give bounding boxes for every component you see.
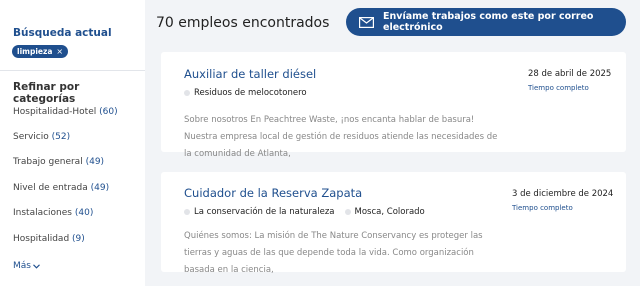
location-icon — [344, 209, 351, 215]
category-label: Hospitalidad — [13, 234, 70, 244]
category-count: (60) — [99, 107, 118, 117]
company-icon — [184, 90, 190, 96]
job-location: Mosca, Colorado — [354, 207, 425, 217]
category-item[interactable]: Hospitalidad (9) — [13, 234, 85, 244]
category-count: (49) — [85, 157, 105, 167]
company-icon — [184, 209, 190, 215]
job-meta: La conservación de la naturaleza Mosca, … — [184, 207, 435, 217]
results-count: 70 empleos encontrados — [156, 15, 330, 31]
location-item: Mosca, Colorado — [344, 207, 425, 217]
company-item: La conservación de la naturaleza — [184, 207, 335, 217]
category-item[interactable]: Hospitalidad-Hotel (60) — [13, 107, 118, 117]
category-label: Nivel de entrada — [13, 183, 88, 193]
company-item: Residuos de melocotonero — [184, 88, 307, 98]
refine-categories-title: Refinar por categorías — [13, 81, 80, 105]
category-label: Trabajo general — [13, 157, 83, 167]
category-label: Hospitalidad-Hotel — [13, 107, 97, 117]
search-filter-chip[interactable]: limpieza × — [12, 45, 69, 58]
category-count: (9) — [72, 234, 85, 244]
category-count: (52) — [51, 132, 71, 142]
category-item[interactable]: Servicio (52) — [13, 132, 70, 142]
current-search-title: Búsqueda actual — [13, 27, 112, 39]
job-description: Quiénes somos: La misión de The Nature C… — [184, 231, 483, 275]
job-title[interactable]: Cuidador de la Reserva Zapata — [184, 186, 362, 200]
more-label: Más — [13, 261, 31, 271]
chevron-down-icon — [33, 263, 40, 269]
company-name: La conservación de la naturaleza — [194, 207, 335, 217]
category-item[interactable]: Trabajo general (49) — [13, 157, 104, 167]
job-meta: Residuos de melocotonero — [184, 88, 317, 98]
category-item[interactable]: Nivel de entrada (49) — [13, 183, 109, 193]
sidebar-divider — [0, 70, 145, 71]
email-alert-button[interactable]: Envíame trabajos como este por correo el… — [346, 8, 626, 36]
job-date: 28 de abril de 2025 — [528, 69, 612, 79]
category-item[interactable]: Instalaciones (40) — [13, 208, 93, 218]
category-count: (40) — [74, 208, 94, 218]
envelope-icon — [359, 16, 374, 28]
job-type: Tiempo completo — [512, 204, 573, 212]
job-title[interactable]: Auxiliar de taller diésel — [184, 67, 316, 81]
job-type: Tiempo completo — [528, 84, 589, 92]
sidebar: Búsqueda actual limpieza × Refinar por c… — [0, 0, 145, 286]
chip-label: limpieza — [17, 47, 53, 56]
email-button-label: Envíame trabajos como este por correo el… — [383, 11, 594, 33]
category-count: (49) — [90, 183, 110, 193]
job-card[interactable]: Auxiliar de taller diésel Residuos de me… — [161, 52, 626, 159]
category-label: Instalaciones — [13, 208, 72, 218]
job-description: Sobre nosotros En Peachtree Waste, ¡nos … — [184, 115, 498, 159]
job-date: 3 de diciembre de 2024 — [512, 189, 614, 199]
company-name: Residuos de melocotonero — [194, 88, 307, 98]
more-categories-link[interactable]: Más — [13, 261, 40, 271]
job-card[interactable]: Cuidador de la Reserva Zapata La conserv… — [161, 172, 626, 275]
category-label: Servicio — [13, 132, 49, 142]
chip-close-icon[interactable]: × — [56, 47, 63, 56]
